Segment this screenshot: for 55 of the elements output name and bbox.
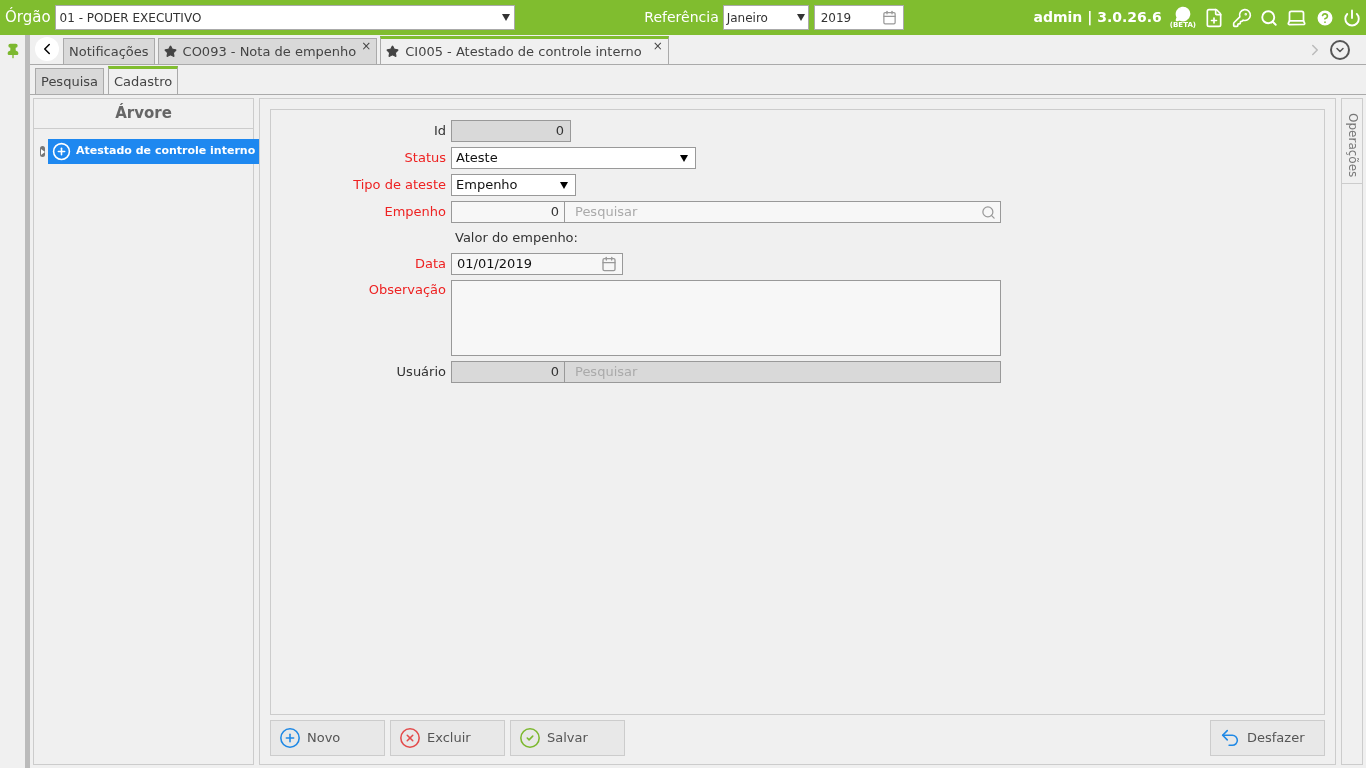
search-icon[interactable] xyxy=(1260,8,1278,27)
tab[interactable]: Notificações xyxy=(63,38,155,64)
tab[interactable]: CI005 - Atestado de controle interno × xyxy=(380,36,669,64)
date-field[interactable]: 01/01/2019 xyxy=(451,253,623,275)
action-button[interactable]: Novo xyxy=(270,720,385,756)
tree-item[interactable]: Atestado de controle interno xyxy=(48,139,260,164)
field-label: Status xyxy=(403,149,447,168)
operacoes-tab[interactable]: Operações xyxy=(1342,99,1362,184)
tab[interactable]: CO093 - Nota de empenho × xyxy=(157,38,378,64)
tree-title: Árvore xyxy=(34,99,253,129)
action-button[interactable]: Desfazer xyxy=(1210,720,1325,756)
caret-icon xyxy=(796,14,805,21)
search-icon xyxy=(981,204,996,220)
key-icon[interactable] xyxy=(1232,7,1252,28)
month-dropdown[interactable]: Janeiro xyxy=(722,5,809,30)
close-button[interactable]: × xyxy=(361,39,372,53)
value-label: Valor do empenho: xyxy=(454,229,578,248)
caret-icon xyxy=(680,154,688,162)
back-button[interactable] xyxy=(35,37,59,61)
calendar-icon xyxy=(601,256,617,272)
field-label: Tipo de ateste xyxy=(352,176,447,195)
code-field[interactable]: 0 xyxy=(451,201,565,223)
subtab[interactable]: Pesquisa xyxy=(35,68,104,94)
user-version-text: admin | 3.0.26.6 xyxy=(1033,8,1162,28)
orgao-dropdown[interactable]: 01 - PODER EXECUTIVO xyxy=(54,5,515,30)
action-button[interactable]: Excluir xyxy=(390,720,505,756)
text-area[interactable] xyxy=(451,280,1001,356)
star-icon xyxy=(386,45,400,58)
power-icon[interactable] xyxy=(1343,8,1361,27)
plus-circle-icon xyxy=(279,727,301,749)
star-icon xyxy=(163,45,177,58)
chat-icon xyxy=(1174,6,1191,22)
subtab[interactable]: Cadastro xyxy=(108,66,179,94)
calendar-icon xyxy=(881,10,897,25)
field-label: Observação xyxy=(367,281,447,299)
dropdown[interactable]: Ateste xyxy=(451,147,696,169)
file-plus-icon[interactable] xyxy=(1204,7,1224,28)
check-circle-icon xyxy=(519,727,541,749)
close-button[interactable]: × xyxy=(652,39,663,53)
referencia-label: Referência xyxy=(644,8,719,27)
field-label: Usuário xyxy=(395,363,447,382)
action-button[interactable]: Salvar xyxy=(510,720,625,756)
field-label: Data xyxy=(413,255,447,274)
caret-icon xyxy=(560,181,568,189)
caret-icon xyxy=(501,14,510,21)
year-field[interactable]: 2019 xyxy=(813,5,904,30)
help-icon[interactable] xyxy=(1315,7,1335,28)
undo-icon xyxy=(1219,727,1241,749)
field-label: Empenho xyxy=(383,203,447,222)
x-circle-icon xyxy=(399,727,421,749)
menu-button[interactable] xyxy=(1330,40,1350,60)
orgao-label: Órgão xyxy=(5,6,51,29)
dropdown[interactable]: Empenho xyxy=(451,174,576,196)
plus-circle-icon xyxy=(52,142,71,161)
field-label: Id xyxy=(432,122,447,141)
